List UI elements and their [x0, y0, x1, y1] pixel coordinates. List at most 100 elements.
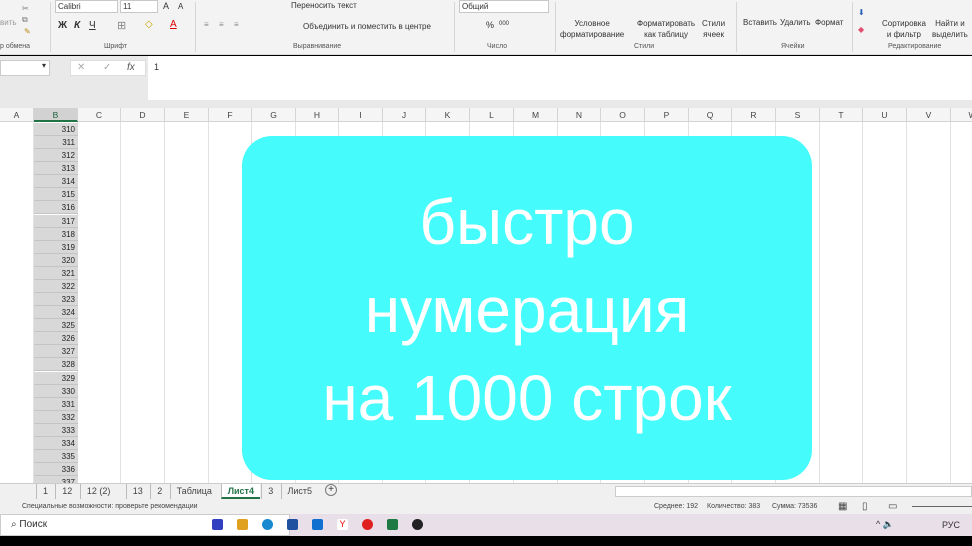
- sheet-tab[interactable]: 1: [36, 484, 54, 499]
- conditional-formatting-button[interactable]: Условное форматирование: [560, 18, 624, 40]
- selected-cell[interactable]: 326: [34, 332, 78, 346]
- font-size-select[interactable]: 11: [120, 0, 158, 13]
- explorer-icon[interactable]: [237, 519, 248, 530]
- edge-icon[interactable]: [262, 519, 273, 530]
- accessibility-status[interactable]: Специальные возможности: проверьте реком…: [22, 499, 198, 514]
- cell-styles-button[interactable]: Стили ячеек: [702, 18, 725, 40]
- column-header-N[interactable]: N: [558, 108, 601, 122]
- sort-filter-button[interactable]: Сортировка и фильтр: [882, 18, 926, 40]
- selected-cell[interactable]: 325: [34, 319, 78, 333]
- obs-icon[interactable]: [412, 519, 423, 530]
- column-header-V[interactable]: V: [907, 108, 951, 122]
- column-header-K[interactable]: K: [426, 108, 470, 122]
- tray-icons[interactable]: ^ 🔈: [876, 519, 894, 530]
- selected-cell[interactable]: 313: [34, 162, 78, 176]
- selected-cell[interactable]: 332: [34, 410, 78, 424]
- column-header-O[interactable]: O: [601, 108, 645, 122]
- selected-cell[interactable]: 310: [34, 123, 78, 136]
- formula-input[interactable]: 1: [148, 56, 972, 100]
- column-header-E[interactable]: E: [165, 108, 209, 122]
- column-header-Q[interactable]: Q: [689, 108, 732, 122]
- column-header-D[interactable]: D: [121, 108, 165, 122]
- selected-cell[interactable]: 311: [34, 136, 78, 150]
- find-select-button[interactable]: Найти и выделить: [932, 18, 968, 40]
- column-header-L[interactable]: L: [470, 108, 514, 122]
- column-header-R[interactable]: R: [732, 108, 776, 122]
- column-header-A[interactable]: A: [0, 108, 34, 122]
- number-format-select[interactable]: Общий: [459, 0, 549, 13]
- selected-cell[interactable]: 334: [34, 436, 78, 450]
- font-name-select[interactable]: Calibri: [55, 0, 118, 13]
- selected-cell[interactable]: 314: [34, 175, 78, 189]
- cancel-icon[interactable]: ✕: [77, 62, 85, 73]
- yandex-icon[interactable]: [362, 519, 373, 530]
- page-layout-icon[interactable]: ▯: [862, 499, 868, 514]
- borders-icon[interactable]: ⊞: [117, 19, 126, 32]
- copy-icon[interactable]: ⧉: [22, 15, 28, 25]
- insert-cells-button[interactable]: Вставить: [743, 18, 777, 27]
- selected-cell[interactable]: 336: [34, 463, 78, 477]
- merge-center-button[interactable]: Объединить и поместить в центре: [303, 22, 431, 31]
- align-right-icon[interactable]: ≡: [234, 20, 239, 29]
- selected-cell[interactable]: 315: [34, 188, 78, 202]
- selected-cell[interactable]: 327: [34, 345, 78, 359]
- sheet-tab[interactable]: Лист4: [220, 484, 260, 499]
- bold-button[interactable]: Ж: [58, 20, 67, 31]
- selected-cell[interactable]: 333: [34, 423, 78, 437]
- insert-function-icon[interactable]: fx: [127, 62, 135, 73]
- store-icon[interactable]: [287, 519, 298, 530]
- selected-cell[interactable]: 335: [34, 450, 78, 463]
- selected-cell[interactable]: 328: [34, 358, 78, 372]
- clear-icon[interactable]: ◆: [858, 25, 864, 34]
- page-break-icon[interactable]: ▭: [888, 499, 897, 514]
- enter-icon[interactable]: ✓: [103, 62, 111, 73]
- grow-font-button[interactable]: A: [163, 1, 169, 11]
- add-sheet-button[interactable]: +: [325, 484, 337, 496]
- selected-cell[interactable]: 323: [34, 293, 78, 307]
- selected-cell[interactable]: 331: [34, 397, 78, 411]
- shrink-font-button[interactable]: A: [178, 2, 183, 11]
- sheet-tab[interactable]: 12 (2): [79, 484, 117, 499]
- language-indicator[interactable]: РУС: [942, 520, 960, 530]
- cut-icon[interactable]: ✂: [22, 4, 29, 13]
- selected-cell[interactable]: 312: [34, 149, 78, 163]
- align-left-icon[interactable]: ≡: [204, 20, 209, 29]
- italic-button[interactable]: К: [74, 20, 80, 31]
- column-header-U[interactable]: U: [863, 108, 907, 122]
- align-center-icon[interactable]: ≡: [219, 20, 224, 29]
- yandex-browser-icon[interactable]: Y: [337, 519, 348, 530]
- sheet-tab[interactable]: 13: [125, 484, 149, 499]
- selected-cell[interactable]: 330: [34, 384, 78, 398]
- fill-down-icon[interactable]: ⬇: [858, 8, 865, 17]
- normal-view-icon[interactable]: ▦: [838, 499, 847, 514]
- outlook-icon[interactable]: [312, 519, 323, 530]
- selected-cell[interactable]: 316: [34, 201, 78, 215]
- column-header-S[interactable]: S: [776, 108, 820, 122]
- app-icon[interactable]: [212, 519, 223, 530]
- sheet-tab[interactable]: 12: [55, 484, 78, 499]
- percent-button[interactable]: %: [486, 20, 494, 30]
- selected-cell[interactable]: 329: [34, 371, 78, 385]
- format-painter-icon[interactable]: ✎: [24, 27, 31, 36]
- column-header-F[interactable]: F: [209, 108, 252, 122]
- column-header-C[interactable]: C: [78, 108, 121, 122]
- delete-cells-button[interactable]: Удалить: [780, 18, 811, 27]
- column-header-I[interactable]: I: [339, 108, 383, 122]
- selected-cell[interactable]: 317: [34, 214, 78, 228]
- thousands-button[interactable]: 000: [499, 21, 509, 27]
- zoom-slider[interactable]: [912, 506, 972, 507]
- column-header-B[interactable]: B: [34, 108, 78, 122]
- column-header-T[interactable]: T: [820, 108, 863, 122]
- format-as-table-button[interactable]: Форматировать как таблицу: [637, 18, 695, 40]
- wrap-text-button[interactable]: Переносить текст: [291, 1, 357, 10]
- column-header-J[interactable]: J: [383, 108, 426, 122]
- paste-button[interactable]: вить: [0, 18, 17, 27]
- selected-cell[interactable]: 320: [34, 253, 78, 267]
- selected-cell[interactable]: 319: [34, 240, 78, 254]
- sheet-tab[interactable]: Таблица: [169, 484, 218, 499]
- sheet-tab[interactable]: 3: [261, 484, 279, 499]
- selected-cell[interactable]: 318: [34, 227, 78, 241]
- fill-color-icon[interactable]: ◇: [145, 19, 153, 30]
- column-header-P[interactable]: P: [645, 108, 689, 122]
- column-header-G[interactable]: G: [252, 108, 296, 122]
